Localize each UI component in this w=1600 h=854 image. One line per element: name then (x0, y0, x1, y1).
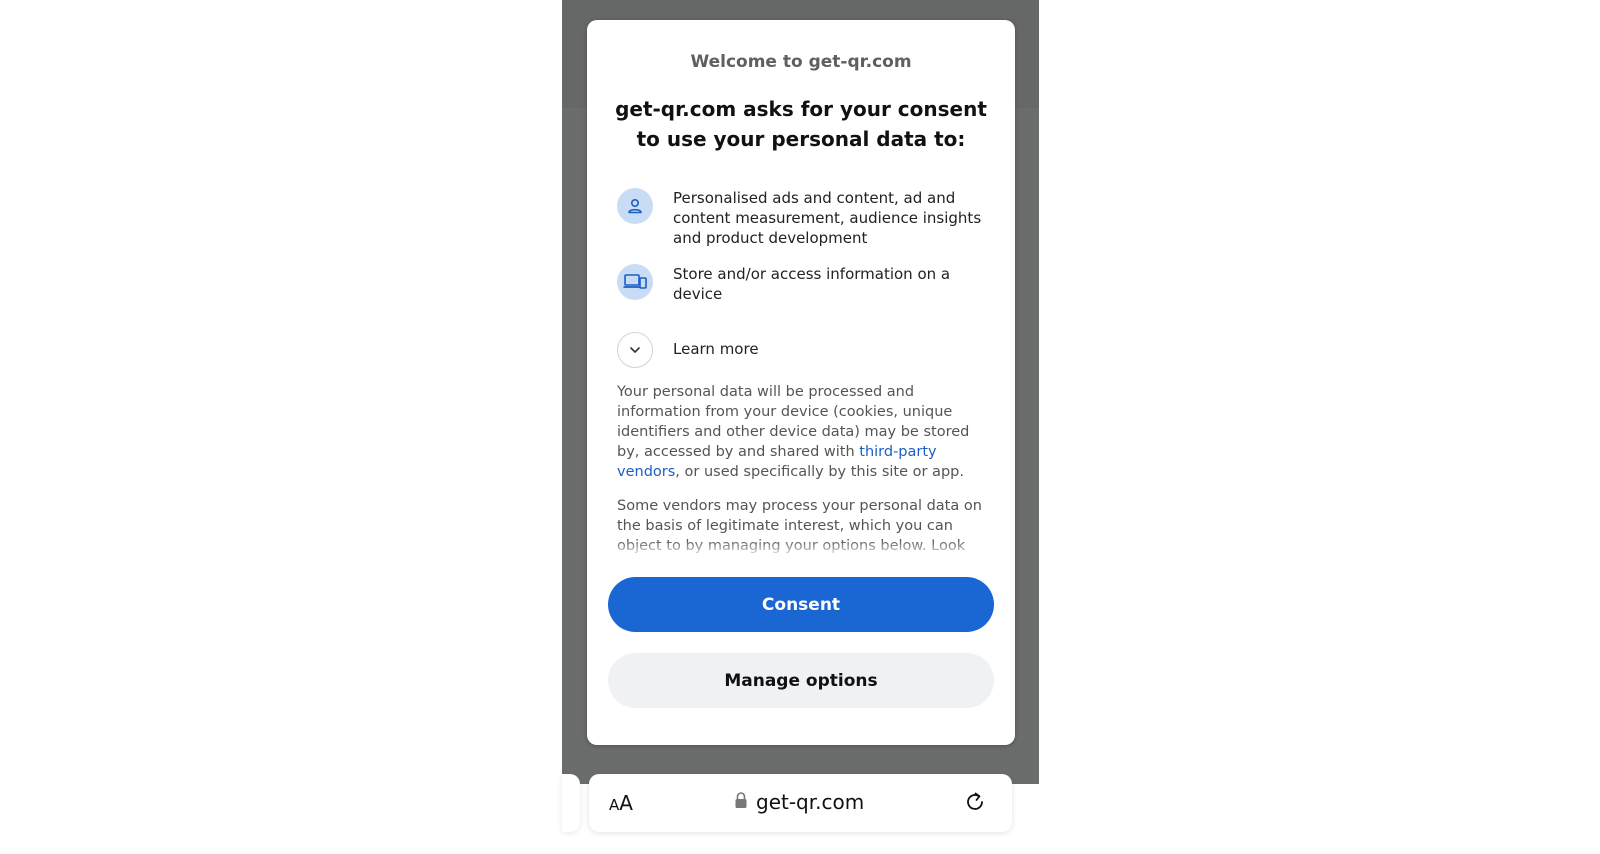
mobile-browser: Welcome to get-qr.com get-qr.com asks fo… (562, 0, 1039, 854)
purpose-text: Store and/or access information on a dev… (673, 265, 951, 303)
text-size-small-letter: A (609, 796, 620, 814)
learn-more-label: Learn more (673, 340, 759, 358)
devices-icon (617, 264, 653, 300)
lock-icon (734, 790, 748, 814)
manage-options-button[interactable]: Manage options (608, 653, 994, 708)
reload-icon[interactable] (961, 788, 989, 816)
dialog-headline: get-qr.com asks for your consent to use … (615, 97, 987, 151)
url-text: get-qr.com (756, 790, 865, 814)
address-bar[interactable]: AA get-qr.com (589, 774, 1012, 832)
text-size-button[interactable]: AA (609, 791, 633, 815)
page: Welcome to get-qr.com get-qr.com asks fo… (0, 0, 1600, 854)
chevron-down-icon[interactable] (617, 332, 653, 368)
url-display[interactable]: get-qr.com (734, 790, 864, 814)
consent-button[interactable]: Consent (608, 577, 994, 632)
paragraph-text: , or used specifically by this site or a… (675, 464, 964, 480)
learn-more-toggle[interactable]: Learn more (617, 332, 987, 368)
previous-tab-stub[interactable] (562, 774, 580, 832)
consent-dialog: Welcome to get-qr.com get-qr.com asks fo… (587, 20, 1015, 745)
person-icon (617, 188, 653, 224)
purpose-text: Personalised ads and content, ad and con… (673, 189, 982, 247)
scroll-fade (617, 540, 987, 558)
consent-paragraph-1: Your personal data will be processed and… (617, 382, 987, 482)
consent-description-scroll[interactable]: Your personal data will be processed and… (617, 382, 987, 557)
text-size-large-letter: A (619, 791, 633, 815)
dialog-welcome-title: Welcome to get-qr.com (690, 52, 912, 72)
